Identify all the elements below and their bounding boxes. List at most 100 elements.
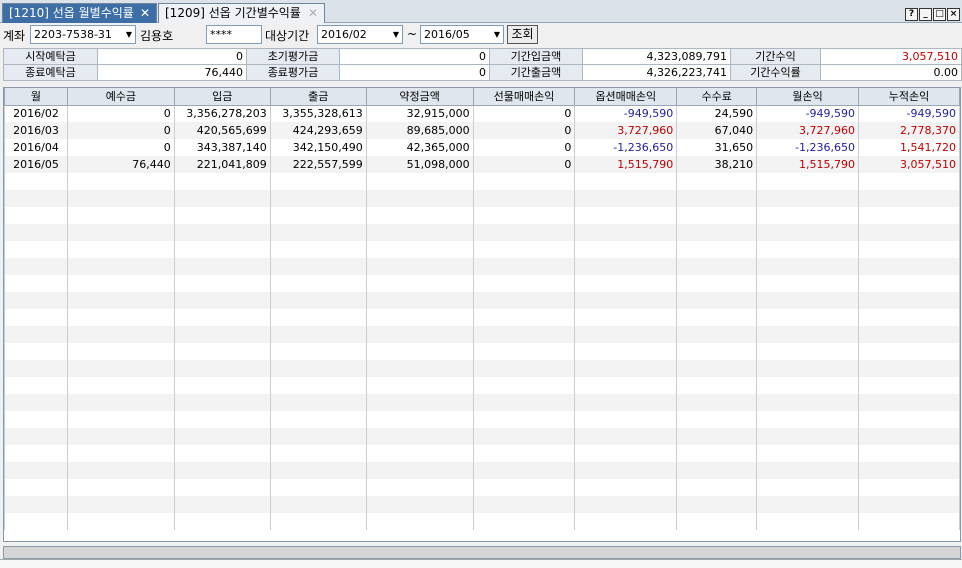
table-cell: 76,440 bbox=[66, 156, 175, 173]
password-field[interactable]: **** bbox=[206, 25, 262, 44]
close-icon[interactable]: ✕ bbox=[308, 4, 318, 22]
empty-cell bbox=[66, 207, 175, 224]
empty-cell bbox=[756, 428, 860, 445]
table-cell: 0 bbox=[472, 139, 576, 156]
empty-cell bbox=[365, 326, 474, 343]
empty-cell bbox=[858, 411, 960, 428]
empty-cell bbox=[4, 411, 68, 428]
empty-cell bbox=[574, 513, 678, 530]
period-label: 대상기간 bbox=[265, 29, 310, 43]
close-icon[interactable]: ✕ bbox=[140, 4, 150, 22]
empty-cell bbox=[269, 258, 367, 275]
empty-cell bbox=[472, 411, 576, 428]
empty-cell bbox=[66, 326, 175, 343]
empty-cell bbox=[173, 479, 271, 496]
column-header[interactable]: 입금 bbox=[173, 88, 271, 106]
empty-cell bbox=[756, 190, 860, 207]
close-window-icon[interactable]: × bbox=[947, 8, 960, 21]
empty-cell bbox=[66, 479, 175, 496]
empty-cell bbox=[173, 377, 271, 394]
empty-cell bbox=[66, 411, 175, 428]
table-cell: 2016/02 bbox=[4, 105, 68, 122]
column-header[interactable]: 옵션매매손익 bbox=[574, 88, 678, 106]
empty-cell bbox=[574, 377, 678, 394]
empty-cell bbox=[4, 513, 68, 530]
empty-cell bbox=[365, 173, 474, 190]
empty-cell bbox=[756, 445, 860, 462]
table-cell: 2,778,370 bbox=[858, 122, 960, 139]
table-cell: 1,515,790 bbox=[756, 156, 860, 173]
period-from-select[interactable]: 2016/02 ▼ bbox=[317, 25, 403, 44]
table-cell: 24,590 bbox=[676, 105, 758, 122]
empty-cell bbox=[858, 394, 960, 411]
account-select[interactable]: 2203-7538-31 ▼ bbox=[30, 25, 136, 44]
empty-cell bbox=[676, 377, 758, 394]
empty-cell bbox=[269, 292, 367, 309]
maximize-icon[interactable]: □ bbox=[933, 8, 946, 21]
chevron-down-icon: ▼ bbox=[392, 30, 399, 39]
table-row[interactable]: 2016/03 0 420,565,699 424,293,659 89,685,000… bbox=[4, 122, 960, 139]
empty-cell bbox=[858, 292, 960, 309]
empty-row bbox=[4, 343, 960, 360]
tab-period-return[interactable]: [1209] 선옵 기간별수익률 ✕ bbox=[158, 3, 325, 23]
empty-cell bbox=[365, 275, 474, 292]
table-cell: 0 bbox=[66, 105, 175, 122]
period-to-select[interactable]: 2016/05 ▼ bbox=[420, 25, 504, 44]
horizontal-scrollbar[interactable] bbox=[3, 546, 961, 559]
empty-cell bbox=[472, 275, 576, 292]
table-cell: 2016/05 bbox=[4, 156, 68, 173]
empty-cell bbox=[858, 190, 960, 207]
empty-cell bbox=[858, 496, 960, 513]
column-header[interactable]: 예수금 bbox=[66, 88, 175, 106]
empty-cell bbox=[4, 207, 68, 224]
account-label: 계좌 bbox=[3, 29, 26, 43]
empty-cell bbox=[676, 394, 758, 411]
column-header[interactable]: 선물매매손익 bbox=[472, 88, 576, 106]
empty-cell bbox=[173, 224, 271, 241]
empty-cell bbox=[858, 513, 960, 530]
empty-cell bbox=[66, 343, 175, 360]
empty-cell bbox=[472, 343, 576, 360]
empty-cell bbox=[858, 343, 960, 360]
table-cell: 2016/04 bbox=[4, 139, 68, 156]
column-header[interactable]: 수수료 bbox=[676, 88, 758, 106]
query-button[interactable]: 조회 bbox=[507, 25, 538, 44]
empty-cell bbox=[676, 224, 758, 241]
column-header[interactable]: 월 bbox=[4, 88, 68, 106]
empty-cell bbox=[269, 275, 367, 292]
column-header[interactable]: 누적손익 bbox=[858, 88, 960, 106]
monthly-return-grid[interactable]: 월 예수금 입금 출금 약정금액 선물매매손익 옵션매매손익 수수료 월손익 누적손익 2016/… bbox=[3, 87, 961, 542]
column-header[interactable]: 약정금액 bbox=[365, 88, 474, 106]
empty-cell bbox=[269, 224, 367, 241]
table-row[interactable]: 2016/04 0 343,387,140 342,150,490 42,365,000… bbox=[4, 139, 960, 156]
table-cell: 31,650 bbox=[676, 139, 758, 156]
empty-row bbox=[4, 326, 960, 343]
table-row[interactable]: 2016/02 0 3,356,278,203 3,355,328,613 32,915… bbox=[4, 105, 960, 122]
empty-cell bbox=[676, 428, 758, 445]
empty-cell bbox=[365, 428, 474, 445]
empty-row bbox=[4, 224, 960, 241]
empty-row bbox=[4, 309, 960, 326]
grid-header-row: 월 예수금 입금 출금 약정금액 선물매매손익 옵션매매손익 수수료 월손익 누적손익 bbox=[4, 88, 960, 106]
tab-bar: [1210] 선옵 월별수익률 ✕ [1209] 선옵 기간별수익률 ✕ ? _ □… bbox=[0, 0, 962, 23]
empty-cell bbox=[574, 360, 678, 377]
table-cell: 3,355,328,613 bbox=[269, 105, 367, 122]
minimize-icon[interactable]: _ bbox=[919, 8, 932, 21]
empty-cell bbox=[574, 394, 678, 411]
empty-cell bbox=[173, 428, 271, 445]
summary-header: 종료예탁금 bbox=[3, 64, 98, 81]
table-cell: 3,727,960 bbox=[574, 122, 678, 139]
tab-monthly-return[interactable]: [1210] 선옵 월별수익률 ✕ bbox=[2, 3, 157, 23]
empty-cell bbox=[4, 190, 68, 207]
column-header[interactable]: 출금 bbox=[269, 88, 367, 106]
empty-cell bbox=[472, 462, 576, 479]
table-row[interactable]: 2016/05 76,440 221,041,809 222,557,599 51,09… bbox=[4, 156, 960, 173]
empty-cell bbox=[173, 173, 271, 190]
help-icon[interactable]: ? bbox=[905, 8, 918, 21]
empty-cell bbox=[574, 207, 678, 224]
empty-cell bbox=[574, 292, 678, 309]
empty-cell bbox=[676, 360, 758, 377]
empty-row bbox=[4, 360, 960, 377]
column-header[interactable]: 월손익 bbox=[756, 88, 860, 106]
empty-cell bbox=[676, 343, 758, 360]
